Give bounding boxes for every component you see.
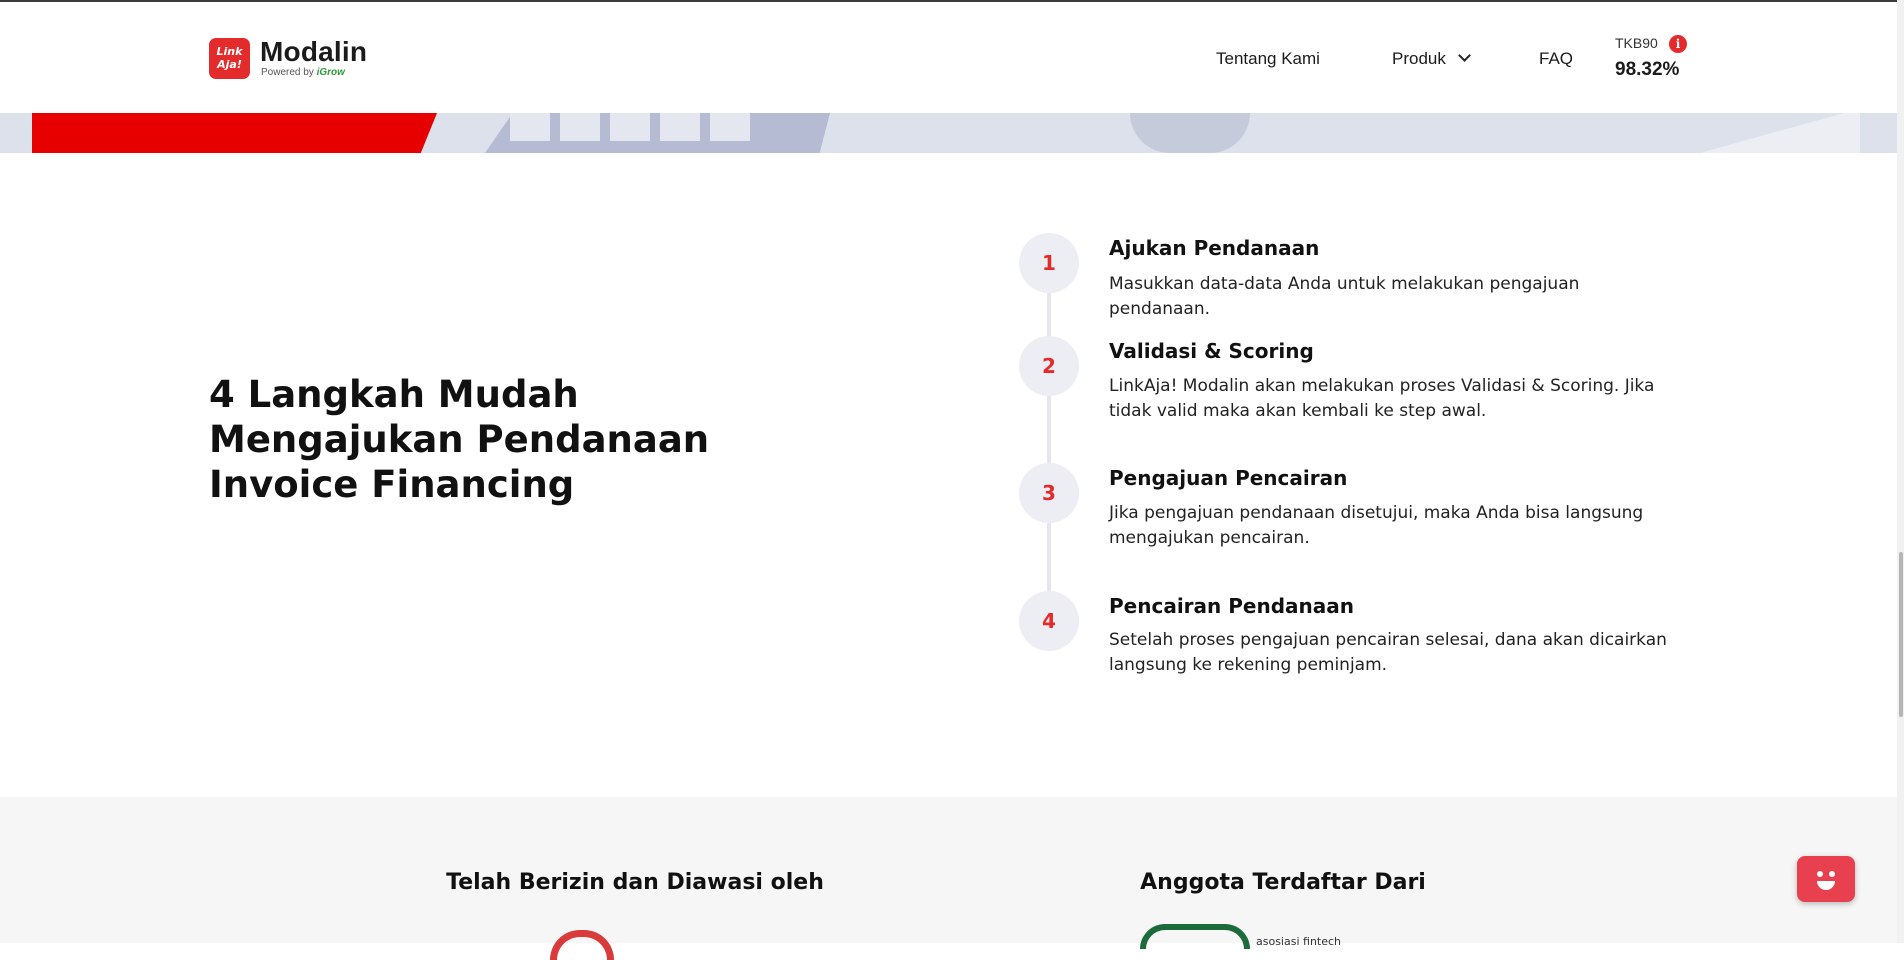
chevron-down-icon bbox=[1458, 49, 1471, 62]
chat-eye-right bbox=[1829, 871, 1835, 877]
timeline-line bbox=[1047, 263, 1051, 623]
logo-badge-top: Link bbox=[216, 45, 243, 58]
steps-section-title: 4 Langkah Mudah Mengajukan Pendanaan Inv… bbox=[209, 373, 710, 506]
scrollbar-thumb[interactable] bbox=[1899, 552, 1903, 717]
afpi-logo[interactable] bbox=[1140, 924, 1250, 949]
step-desc-1: Masukkan data-data Anda untuk melakukan … bbox=[1109, 274, 1580, 319]
step-title-4: Pencairan Pendanaan bbox=[1109, 594, 1354, 618]
step-desc-3: Jika pengajuan pendanaan disetujui, maka… bbox=[1109, 503, 1644, 548]
hero-key-shape bbox=[710, 113, 750, 141]
hero-decor-shape bbox=[1700, 113, 1860, 153]
site-header: Link Aja! Modalin Powered by iGrow Tenta… bbox=[0, 2, 1897, 113]
hero-key-shape bbox=[660, 113, 700, 141]
hero-key-shape bbox=[510, 113, 550, 141]
step-number-1: 1 bbox=[1019, 233, 1079, 293]
step-desc-2: LinkAja! Modalin akan melakukan proses V… bbox=[1109, 376, 1655, 421]
powered-by: Powered by iGrow bbox=[261, 67, 345, 78]
chat-bot-icon[interactable] bbox=[1797, 856, 1855, 902]
logo-badge-bottom: Aja! bbox=[217, 58, 242, 71]
step-title-3: Pengajuan Pencairan bbox=[1109, 466, 1348, 490]
nav-about[interactable]: Tentang Kami bbox=[1216, 49, 1320, 69]
page-scrollbar[interactable] bbox=[1897, 0, 1904, 943]
nav-faq[interactable]: FAQ bbox=[1539, 49, 1573, 69]
nav-product-label: Produk bbox=[1392, 49, 1446, 68]
info-icon[interactable]: i bbox=[1669, 35, 1687, 53]
linkaja-logo-icon[interactable]: Link Aja! bbox=[209, 38, 250, 79]
tkb-label: TKB90 bbox=[1615, 35, 1658, 51]
registration-section: Telah Berizin dan Diawasi oleh Anggota T… bbox=[0, 797, 1897, 960]
tkb-value: 98.32% bbox=[1615, 59, 1680, 80]
afpi-logo-text: asosiasi fintech bbox=[1256, 935, 1342, 948]
step-title-2: Validasi & Scoring bbox=[1109, 339, 1314, 363]
powered-by-label: Powered by bbox=[261, 67, 314, 78]
chat-mouth bbox=[1817, 881, 1835, 890]
hero-key-shape bbox=[560, 113, 600, 141]
member-title: Anggota Terdaftar Dari bbox=[1140, 870, 1426, 895]
hero-red-shape bbox=[32, 113, 437, 153]
hero-banner-edge bbox=[0, 113, 1897, 153]
nav-product[interactable]: Produk bbox=[1392, 49, 1471, 69]
brand-name[interactable]: Modalin bbox=[260, 36, 367, 68]
step-title-1: Ajukan Pendanaan bbox=[1109, 236, 1320, 260]
step-number-4: 4 bbox=[1019, 591, 1079, 651]
igrow-logo: iGrow bbox=[316, 67, 345, 78]
step-number-2: 2 bbox=[1019, 336, 1079, 396]
hero-key-shape bbox=[610, 113, 650, 141]
licensed-title: Telah Berizin dan Diawasi oleh bbox=[446, 870, 824, 895]
chat-eye-left bbox=[1817, 871, 1823, 877]
hero-decor-shape bbox=[1130, 113, 1250, 153]
ojk-logo[interactable] bbox=[550, 930, 614, 960]
step-number-3: 3 bbox=[1019, 463, 1079, 523]
step-desc-4: Setelah proses pengajuan pencairan seles… bbox=[1109, 630, 1667, 675]
